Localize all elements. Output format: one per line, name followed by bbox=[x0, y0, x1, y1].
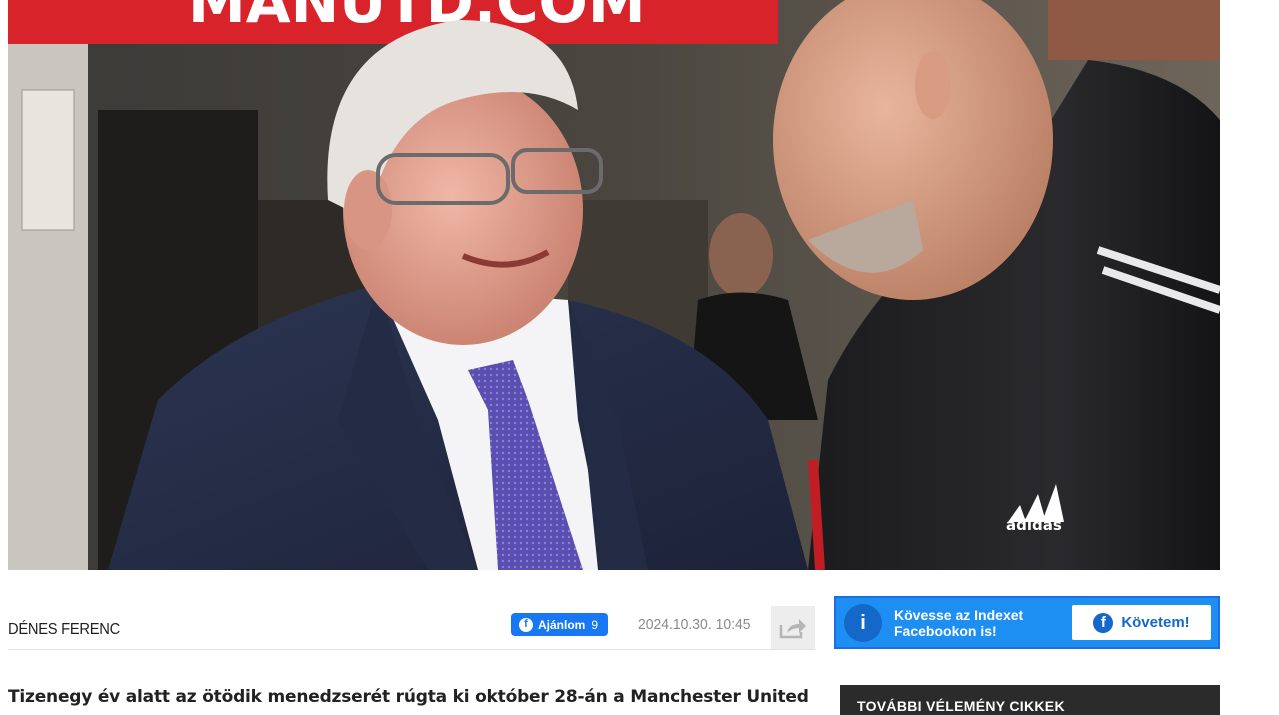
article-lead: Tizenegy év alatt az ötödik menedzserét … bbox=[8, 687, 809, 707]
facebook-like-button[interactable]: f Ajánlom 9 bbox=[511, 613, 609, 636]
follow-button-label: Követem! bbox=[1121, 614, 1190, 631]
like-count: 9 bbox=[591, 617, 599, 632]
like-label: Ajánlom bbox=[538, 617, 586, 632]
facebook-follow-box: i Kövesse az Indexet Facebookon is! f Kö… bbox=[834, 596, 1220, 649]
adidas-text: adidas bbox=[1006, 516, 1062, 534]
byline-divider bbox=[8, 649, 816, 650]
share-button[interactable] bbox=[771, 606, 815, 649]
sidebar-heading: TOVÁBBI VÉLEMÉNY CIKKEK bbox=[857, 698, 1065, 714]
publish-date: 2024.10.30. 10:45 bbox=[638, 616, 751, 633]
facebook-icon: f bbox=[1093, 612, 1114, 633]
author-name[interactable]: DÉNES FERENC bbox=[8, 621, 120, 639]
info-icon: i bbox=[844, 604, 882, 642]
hero-image: MANUTD.COM adidas bbox=[8, 0, 1220, 570]
share-icon bbox=[779, 618, 806, 638]
follow-button[interactable]: f Követem! bbox=[1072, 605, 1211, 640]
facebook-icon: f bbox=[519, 617, 533, 632]
sidebar-heading-box: TOVÁBBI VÉLEMÉNY CIKKEK bbox=[840, 685, 1220, 715]
follow-text: Kövesse az Indexet Facebookon is! bbox=[894, 607, 1024, 639]
